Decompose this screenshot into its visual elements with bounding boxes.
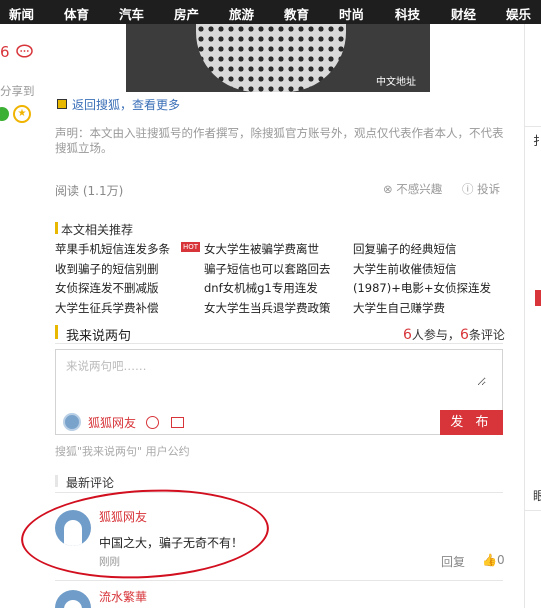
hot-badge: HOT	[181, 242, 201, 252]
not-interested-label: 不感兴趣	[396, 182, 443, 196]
image-watermark: 中文地址	[376, 77, 416, 88]
nav-item-education[interactable]: 教育	[284, 4, 309, 23]
image-upload-icon[interactable]	[171, 417, 184, 428]
complain-button[interactable]: ⓘ 投诉	[462, 181, 500, 197]
nav-item-tech[interactable]: 科技	[395, 4, 420, 23]
related-link[interactable]: 大学生前收催债短信	[353, 261, 457, 277]
related-link[interactable]: 大学生征兵学费补偿	[55, 300, 159, 316]
disclaimer: 声明：本文由入驻搜狐号的作者撰写，除搜狐官方账号外，观点仅代表作者本人，不代表搜…	[55, 126, 504, 155]
nav-item-fashion[interactable]: 时尚	[339, 4, 364, 23]
related-link[interactable]: 苹果手机短信连发多条	[55, 241, 170, 257]
close-circle-icon: ⊗	[383, 182, 397, 196]
related-link[interactable]: 大学生自己赚学费	[353, 300, 445, 316]
participant-count: 6	[403, 327, 412, 343]
related-link[interactable]: 女大学生当兵退学费政策	[204, 300, 331, 316]
related-link[interactable]: 女侦探连发不删减版	[55, 280, 159, 296]
latest-accent-bar	[55, 475, 58, 487]
nav-item-travel[interactable]: 旅游	[229, 4, 254, 23]
comment-icon[interactable]	[16, 44, 33, 59]
divider	[55, 580, 503, 581]
publish-button[interactable]: 发 布	[440, 410, 503, 435]
related-accent-bar	[55, 222, 58, 234]
current-username[interactable]: 狐狐网友	[88, 414, 136, 431]
related-link[interactable]: dnf女机械g1专用连发	[204, 280, 318, 296]
nav-item-sports[interactable]: 体育	[64, 4, 89, 23]
related-link[interactable]: 收到骗子的短信别删	[55, 261, 159, 277]
comment-input[interactable]	[66, 358, 486, 386]
latest-comments-title: 最新评论	[66, 476, 115, 490]
user-agreement-link[interactable]: 搜狐"我来说两句" 用户公约	[55, 443, 190, 459]
thumbs-up-icon: 👍	[482, 553, 497, 567]
comment-username[interactable]: 流水繁華	[99, 588, 147, 605]
related-title: 本文相关推荐	[61, 223, 134, 237]
right-panel-text: 眼	[533, 489, 541, 503]
comment-stats: 6人参与，6条评论	[403, 326, 505, 343]
annotation-circle	[18, 483, 272, 585]
nav-item-news[interactable]: 新闻	[9, 4, 34, 23]
comment-box: 狐狐网友 发 布	[55, 349, 503, 435]
article-image-pattern	[196, 24, 346, 92]
comment-total-label: 条评论	[468, 328, 505, 342]
top-nav: 新闻 体育 汽车 房产 旅游 教育 时尚 科技 财经 娱乐	[0, 0, 541, 24]
right-panel-text: 扌	[533, 134, 541, 148]
right-panel	[525, 126, 541, 511]
share-label: 分享到	[0, 84, 35, 98]
back-to-sohu-link[interactable]: 返回搜狐，查看更多	[72, 96, 180, 113]
avatar[interactable]	[63, 413, 81, 431]
related-link[interactable]: 骗子短信也可以套路回去	[204, 261, 331, 277]
comment-total: 6	[459, 327, 469, 343]
emoji-icon[interactable]	[146, 416, 159, 429]
comment-accent-bar	[55, 325, 58, 339]
participant-label: 人参与，	[411, 328, 460, 342]
related-link[interactable]: 女大学生被骗学费离世	[204, 241, 319, 257]
comment-section-title: 我来说两句	[66, 329, 132, 344]
nav-item-house[interactable]: 房产	[174, 4, 199, 23]
read-count: 阅读 (1.1万)	[55, 184, 124, 198]
wechat-icon[interactable]	[0, 107, 9, 121]
related-link[interactable]: (1987)+电影+女侦探连发	[353, 280, 491, 296]
not-interested-button[interactable]: ⊗ 不感兴趣	[383, 181, 442, 197]
star-icon[interactable]: ★	[13, 105, 31, 123]
comment-count[interactable]: 6	[0, 43, 10, 61]
sohu-logo-icon	[57, 99, 67, 109]
nav-item-finance[interactable]: 财经	[451, 4, 476, 23]
reply-button[interactable]: 回复	[441, 553, 465, 570]
article-image: 中文地址	[126, 24, 430, 92]
right-accent	[535, 290, 541, 306]
like-count: 0	[496, 553, 505, 567]
avatar[interactable]	[55, 590, 91, 608]
complain-label: 投诉	[477, 182, 501, 196]
nav-item-entertainment[interactable]: 娱乐	[506, 4, 531, 23]
related-link[interactable]: 回复骗子的经典短信	[353, 241, 457, 257]
warning-icon: ⓘ	[462, 182, 478, 196]
like-button[interactable]: 👍0	[482, 553, 505, 567]
divider	[55, 343, 503, 344]
nav-item-auto[interactable]: 汽车	[119, 4, 144, 23]
